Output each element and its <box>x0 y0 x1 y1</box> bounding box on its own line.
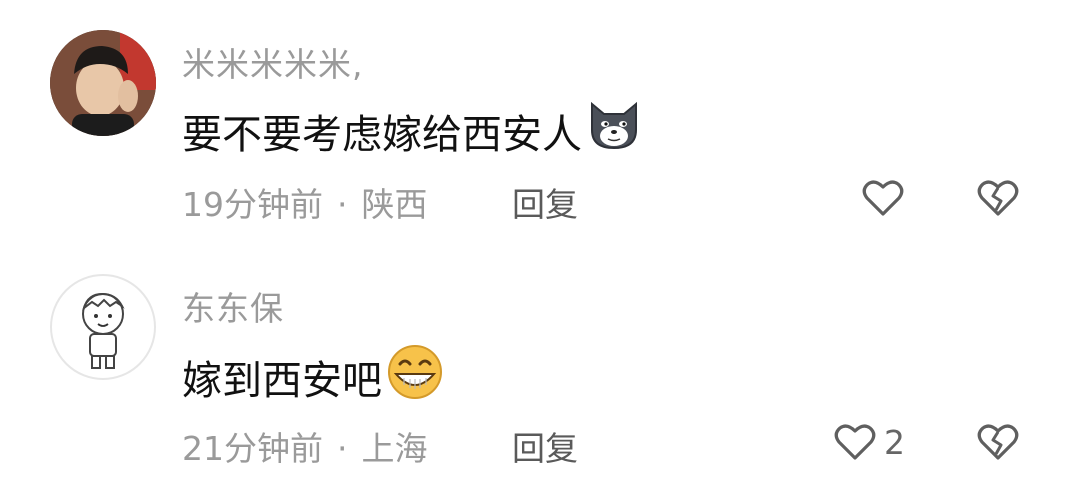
like-button[interactable] <box>862 178 912 218</box>
comment-item: 米米米米米, 要不要考虑嫁给西安人 19分钟前 · 陕西 回复 <box>0 0 1080 244</box>
comment-text-content: 要不要考虑嫁给西安人 <box>182 112 582 158</box>
broken-heart-icon <box>977 180 1019 216</box>
comment-item: 东东保 嫁到西安吧 21分钟前 · 上海 回复 2 <box>0 244 1080 488</box>
meta-separator: · <box>337 185 348 224</box>
like-count: 2 <box>884 422 905 462</box>
comment-location: 上海 <box>361 429 428 468</box>
dislike-button[interactable] <box>977 422 1019 466</box>
heart-icon <box>834 424 876 460</box>
user-photo-icon <box>50 30 156 136</box>
avatar[interactable] <box>50 30 156 136</box>
comment-text-content: 嫁到西安吧 <box>182 358 382 404</box>
broken-heart-icon <box>977 424 1019 460</box>
comment-meta: 19分钟前 · 陕西 <box>182 178 428 226</box>
username[interactable]: 东东保 <box>182 282 284 330</box>
avatar[interactable] <box>50 274 156 380</box>
comment-meta: 21分钟前 · 上海 <box>182 422 428 470</box>
comment-time: 19分钟前 <box>182 185 323 224</box>
comment-time: 21分钟前 <box>182 429 323 468</box>
dislike-button[interactable] <box>977 178 1019 222</box>
comment-text: 嫁到西安吧 <box>182 344 444 410</box>
comment-text: 要不要考虑嫁给西安人 <box>182 100 642 162</box>
dog-face-icon <box>586 100 642 162</box>
heart-icon <box>862 180 904 216</box>
like-button[interactable]: 2 <box>834 422 905 462</box>
comment-location: 陕西 <box>361 185 428 224</box>
reply-button[interactable]: 回复 <box>512 422 578 470</box>
username[interactable]: 米米米米米, <box>182 38 364 86</box>
reply-button[interactable]: 回复 <box>512 178 578 226</box>
meta-separator: · <box>337 429 348 468</box>
grinning-face-icon <box>386 344 444 410</box>
cartoon-boy-icon <box>82 292 125 369</box>
